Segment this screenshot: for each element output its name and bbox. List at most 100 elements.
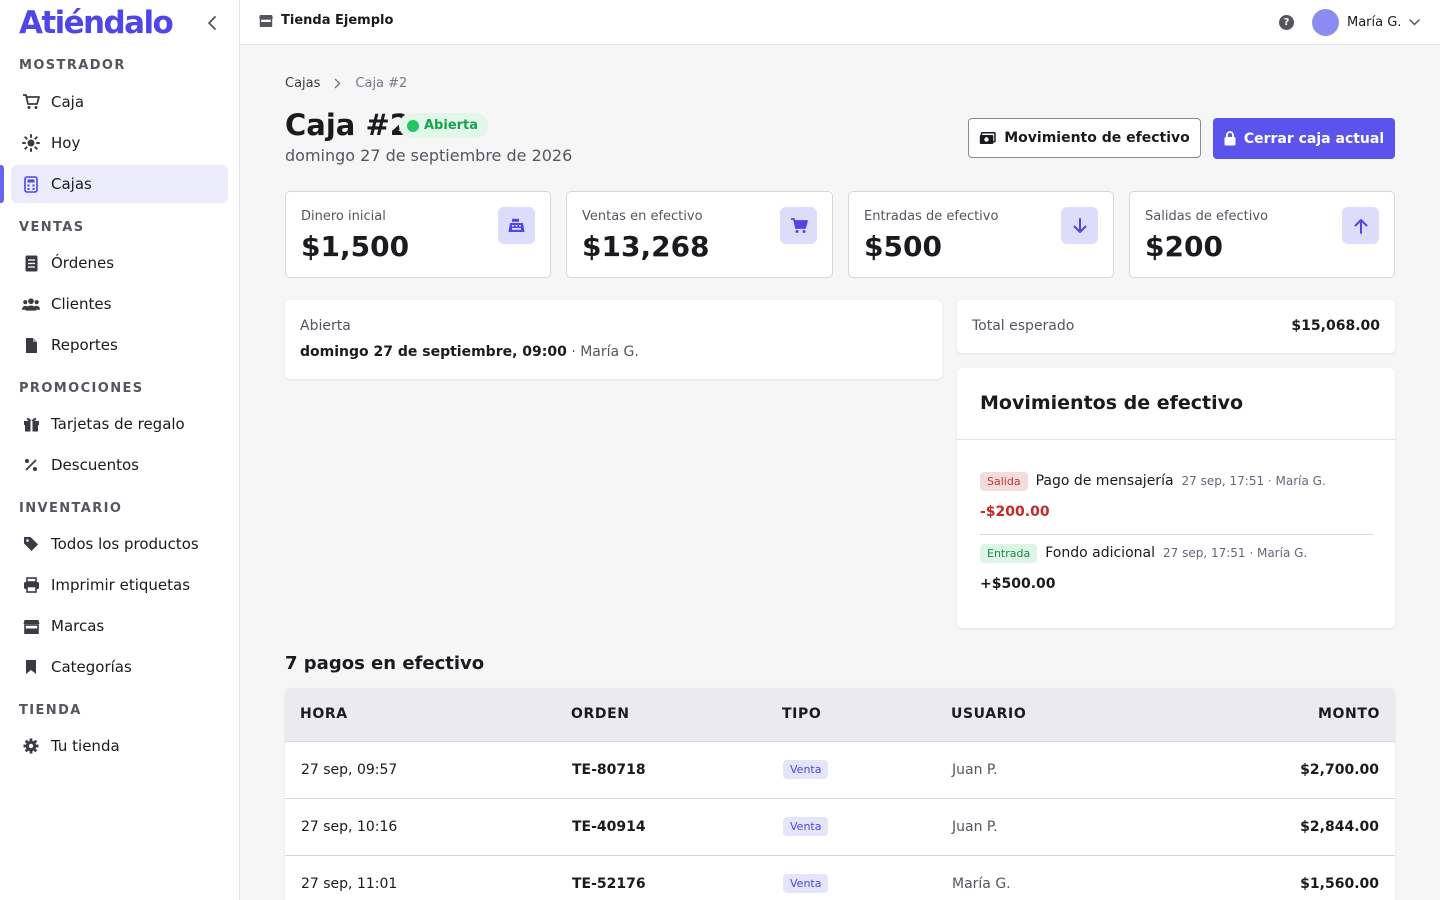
cash-movement-item: Salida Pago de mensajería 27 sep, 17:51 … [980,470,1373,520]
chevron-down-icon [1409,19,1421,26]
stat-card-cash-out: Salidas de efectivo $200 [1129,191,1395,278]
section-title-inventario: INVENTARIO [19,501,123,516]
store-icon [22,617,40,635]
sidebar-item-tarjetas-de-regalo[interactable]: Tarjetas de regalo [11,405,228,443]
chevron-right-icon [334,78,341,89]
money-bill-icon [979,131,996,145]
table-row[interactable]: 27 sep, 09:57 TE-80718 Venta Juan P. $2,… [285,741,1395,798]
cart-icon [22,93,40,111]
opened-separator: · [571,344,576,360]
movement-amount: -$200.00 [980,504,1050,520]
sidebar-item-clientes[interactable]: Clientes [11,285,228,323]
column-header-hora[interactable]: HORA [300,706,348,722]
sidebar-item-descuentos[interactable]: Descuentos [11,446,228,484]
sidebar-item-label: Categorías [51,658,132,676]
sidebar-item-marcas[interactable]: Marcas [11,607,228,645]
column-header-monto[interactable]: MONTO [1318,706,1380,722]
status-dot [407,119,419,132]
payments-title: 7 pagos en efectivo [285,653,485,674]
cash-movements-card: Movimientos de efectivo Salida Pago de m… [957,368,1395,628]
cash-movement-button[interactable]: Movimiento de efectivo [968,118,1201,158]
sidebar-item-label: Reportes [51,336,118,354]
avatar [1312,9,1339,36]
movement-description: Pago de mensajería [1035,473,1174,489]
close-register-button[interactable]: Cerrar caja actual [1213,118,1395,159]
page-date: domingo 27 de septiembre de 2026 [285,146,573,165]
bookmark-icon [22,658,40,676]
app-logo[interactable]: Atiéndalo [19,5,174,41]
store-selector[interactable]: Tienda Ejemplo [259,13,393,28]
page-title: Caja #2 [285,108,410,142]
cell-user: Juan P. [952,819,998,835]
opened-detail: domingo 27 de septiembre, 09:00 · María … [300,344,639,360]
cell-user: Juan P. [952,762,998,778]
sidebar-item-label: Hoy [51,134,81,152]
sidebar-item-hoy[interactable]: Hoy [11,124,228,162]
cell-time: 27 sep, 09:57 [301,762,398,778]
sun-icon [22,134,40,152]
opened-label: Abierta [300,318,351,334]
user-menu[interactable]: María G. [1312,9,1421,36]
stat-value: $200 [1145,230,1223,263]
table-row[interactable]: 27 sep, 10:16 TE-40914 Venta Juan P. $2,… [285,798,1395,855]
calculator-icon [22,175,40,193]
breadcrumb: Cajas Caja #2 [285,76,407,91]
stat-card-initial-cash: Dinero inicial $1,500 [285,191,551,278]
sidebar-item-tu-tienda[interactable]: Tu tienda [11,727,228,765]
cell-time: 27 sep, 11:01 [301,876,398,892]
stat-label: Ventas en efectivo [582,209,703,224]
divider [957,439,1395,440]
collapse-sidebar-button[interactable] [201,12,223,34]
stat-label: Salidas de efectivo [1145,209,1269,224]
stat-card-cash-sales: Ventas en efectivo $13,268 [566,191,833,278]
sidebar-item-imprimir-etiquetas[interactable]: Imprimir etiquetas [11,566,228,604]
cell-order[interactable]: TE-40914 [572,819,646,835]
percent-icon [22,456,40,474]
column-header-orden[interactable]: ORDEN [571,706,630,722]
store-name: Tienda Ejemplo [281,13,394,28]
users-icon [22,295,40,313]
sidebar-item-reportes[interactable]: Reportes [11,326,228,364]
status-badge: Abierta [399,113,489,138]
section-title-mostrador: MOSTRADOR [19,58,126,73]
payments-table: HORA ORDEN TIPO USUARIO MONTO 27 sep, 09… [285,688,1395,900]
cash-register-icon [498,207,535,244]
section-title-promociones: PROMOCIONES [19,381,144,396]
column-header-tipo[interactable]: TIPO [782,706,821,722]
opened-user: María G. [580,344,639,360]
store-icon [259,14,273,27]
table-row[interactable]: 27 sep, 11:01 TE-52176 Venta María G. $1… [285,855,1395,900]
help-icon[interactable]: ? [1279,15,1294,30]
chevron-left-icon [208,16,216,30]
breadcrumb-link-cajas[interactable]: Cajas [285,76,320,91]
sidebar-item-label: Cajas [51,175,92,193]
table-header: HORA ORDEN TIPO USUARIO MONTO [285,688,1395,741]
cell-user: María G. [952,876,1011,892]
cell-amount: $2,844.00 [1300,819,1379,835]
sidebar-item-ordenes[interactable]: Órdenes [11,244,228,282]
user-name: María G. [1347,15,1402,30]
stat-card-cash-in: Entradas de efectivo $500 [848,191,1114,278]
sidebar-item-todos-los-productos[interactable]: Todos los productos [11,525,228,563]
movement-amount: +$500.00 [980,576,1056,592]
sidebar: Atiéndalo MOSTRADOR Caja Hoy Cajas VENTA… [0,0,240,900]
expected-total-label: Total esperado [972,318,1075,334]
sidebar-item-categorias[interactable]: Categorías [11,648,228,686]
section-title-tienda: TIENDA [19,703,82,718]
status-label: Abierta [424,118,479,133]
lock-icon [1224,131,1236,146]
movement-type-badge: Salida [980,471,1028,491]
sidebar-item-cajas[interactable]: Cajas [11,165,228,203]
cell-order[interactable]: TE-52176 [572,876,646,892]
cell-amount: $1,560.00 [1300,876,1379,892]
cash-movement-button-label: Movimiento de efectivo [1004,130,1190,146]
divider [980,534,1373,535]
receipt-icon [22,254,40,272]
cell-amount: $2,700.00 [1300,762,1379,778]
cell-order[interactable]: TE-80718 [572,762,646,778]
movement-meta: 27 sep, 17:51 · María G. [1162,546,1308,560]
sidebar-item-caja[interactable]: Caja [11,83,228,121]
stat-value: $1,500 [301,230,410,263]
sidebar-item-label: Tarjetas de regalo [51,415,185,433]
column-header-usuario[interactable]: USUARIO [951,706,1026,722]
